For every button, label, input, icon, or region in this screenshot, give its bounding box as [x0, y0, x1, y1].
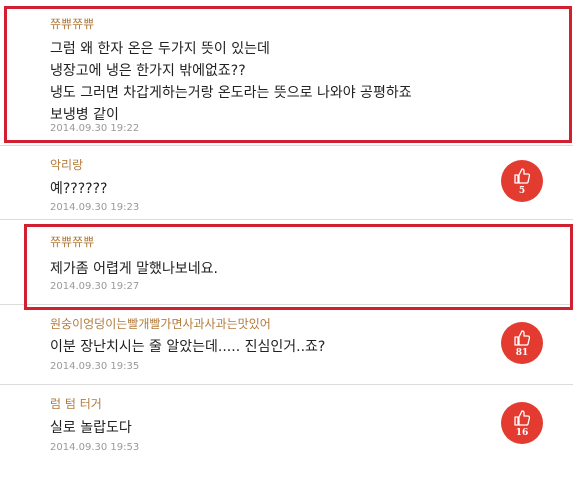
comment-item: 럼 텀 터거 실로 놀랍도다 2014.09.30 19:53 16: [0, 385, 573, 479]
like-button[interactable]: 81: [501, 322, 543, 364]
highlight-box: [24, 224, 573, 310]
comment-item: 원숭이엉덩이는빨개빨가면사과사과는맛있어 이분 장난치시는 줄 알았는데....…: [0, 305, 573, 385]
comment-item: 악리랑 예?????? 2014.09.30 19:23 5: [0, 146, 573, 220]
comment-timestamp: 2014.09.30 19:53: [50, 442, 140, 453]
thumbs-up-icon: [514, 330, 530, 346]
comment-timestamp: 2014.09.30 19:35: [50, 361, 140, 372]
comment-text-line: 이분 장난치시는 줄 알았는데..... 진심인거..죠?: [50, 339, 326, 355]
comment-text-line: 실로 놀랍도다: [50, 420, 132, 436]
comment-author[interactable]: 럼 텀 터거: [50, 395, 102, 412]
thumbs-up-icon: [514, 168, 530, 184]
highlight-box: [4, 6, 572, 143]
comment-author[interactable]: 원숭이엉덩이는빨개빨가면사과사과는맛있어: [50, 315, 271, 332]
like-count: 81: [515, 348, 529, 358]
like-count: 5: [518, 186, 526, 196]
like-button[interactable]: 16: [501, 402, 543, 444]
comment-timestamp: 2014.09.30 19:23: [50, 202, 140, 213]
thumbs-up-icon: [514, 410, 530, 426]
comment-text-line: 예??????: [50, 181, 108, 197]
like-button[interactable]: 5: [501, 160, 543, 202]
like-count: 16: [515, 428, 529, 438]
comment-author[interactable]: 악리랑: [50, 156, 83, 173]
